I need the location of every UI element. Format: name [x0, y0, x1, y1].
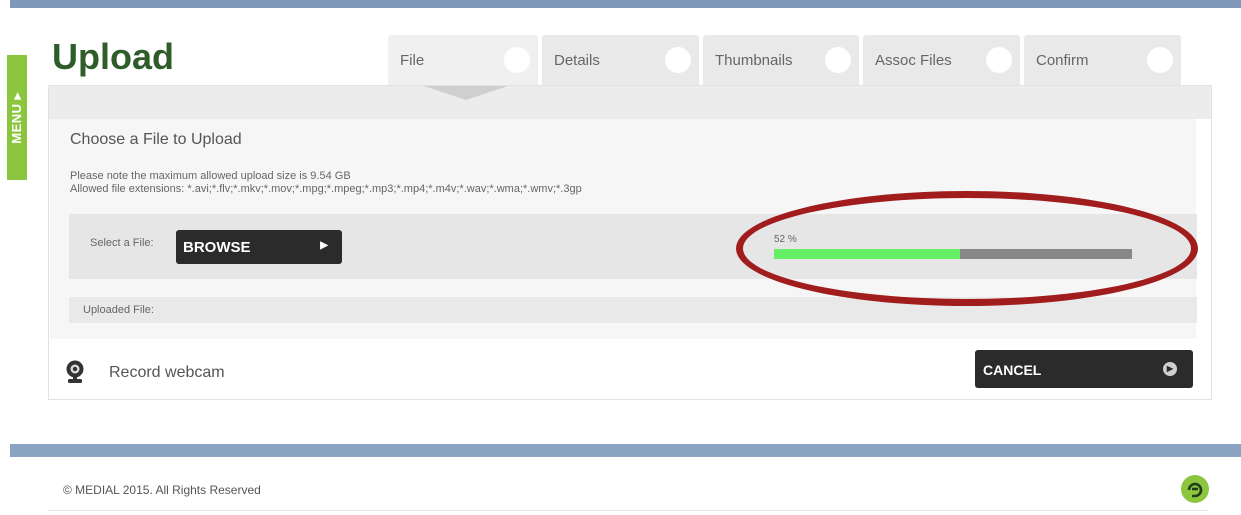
- record-webcam-link[interactable]: Record webcam: [109, 364, 225, 382]
- tab-details[interactable]: Details: [542, 35, 699, 85]
- max-size-note: Please note the maximum allowed upload s…: [70, 170, 351, 182]
- tab-file[interactable]: File: [388, 35, 538, 85]
- menu-label: MENU ▸: [9, 91, 24, 144]
- uploaded-file-label: Uploaded File:: [83, 304, 154, 316]
- step-circle-icon: [825, 47, 851, 73]
- tab-assoc-files[interactable]: Assoc Files: [863, 35, 1020, 85]
- annotation-highlight-ellipse: [736, 191, 1198, 306]
- footer-divider: [48, 510, 1208, 511]
- cancel-button[interactable]: CANCEL ▶: [975, 350, 1193, 388]
- browse-button[interactable]: BROWSE ▶: [176, 230, 342, 264]
- copyright-text: © MEDIAL 2015. All Rights Reserved: [63, 483, 261, 497]
- active-tab-pointer: [424, 86, 508, 100]
- step-circle-icon: [665, 47, 691, 73]
- section-title: Choose a File to Upload: [70, 131, 242, 148]
- page-title: Upload: [52, 36, 174, 77]
- panel-header: [49, 86, 1211, 119]
- extensions-note: Allowed file extensions: *.avi;*.flv;*.m…: [70, 183, 582, 195]
- tab-thumbnails[interactable]: Thumbnails: [703, 35, 859, 85]
- step-circle-icon: [986, 47, 1012, 73]
- tab-label: Thumbnails: [715, 52, 793, 69]
- cancel-label: CANCEL: [983, 362, 1042, 378]
- select-file-label: Select a File:: [90, 237, 154, 249]
- tab-confirm[interactable]: Confirm: [1024, 35, 1181, 85]
- tab-label: Details: [554, 52, 600, 69]
- tab-label: File: [400, 52, 425, 69]
- browse-label: BROWSE: [183, 239, 251, 256]
- medial-logo-icon[interactable]: [1181, 475, 1209, 503]
- tab-label: Assoc Files: [875, 52, 952, 69]
- tab-label: Confirm: [1036, 52, 1089, 69]
- step-circle-icon: [504, 47, 530, 73]
- top-accent-bar: [10, 0, 1241, 8]
- footer-accent-bar: [10, 444, 1241, 457]
- webcam-icon[interactable]: [64, 360, 86, 384]
- play-circle-icon: ▶: [1163, 362, 1177, 376]
- play-arrow-icon: ▶: [320, 240, 328, 251]
- menu-toggle[interactable]: MENU ▸: [7, 55, 27, 180]
- step-circle-icon: [1147, 47, 1173, 73]
